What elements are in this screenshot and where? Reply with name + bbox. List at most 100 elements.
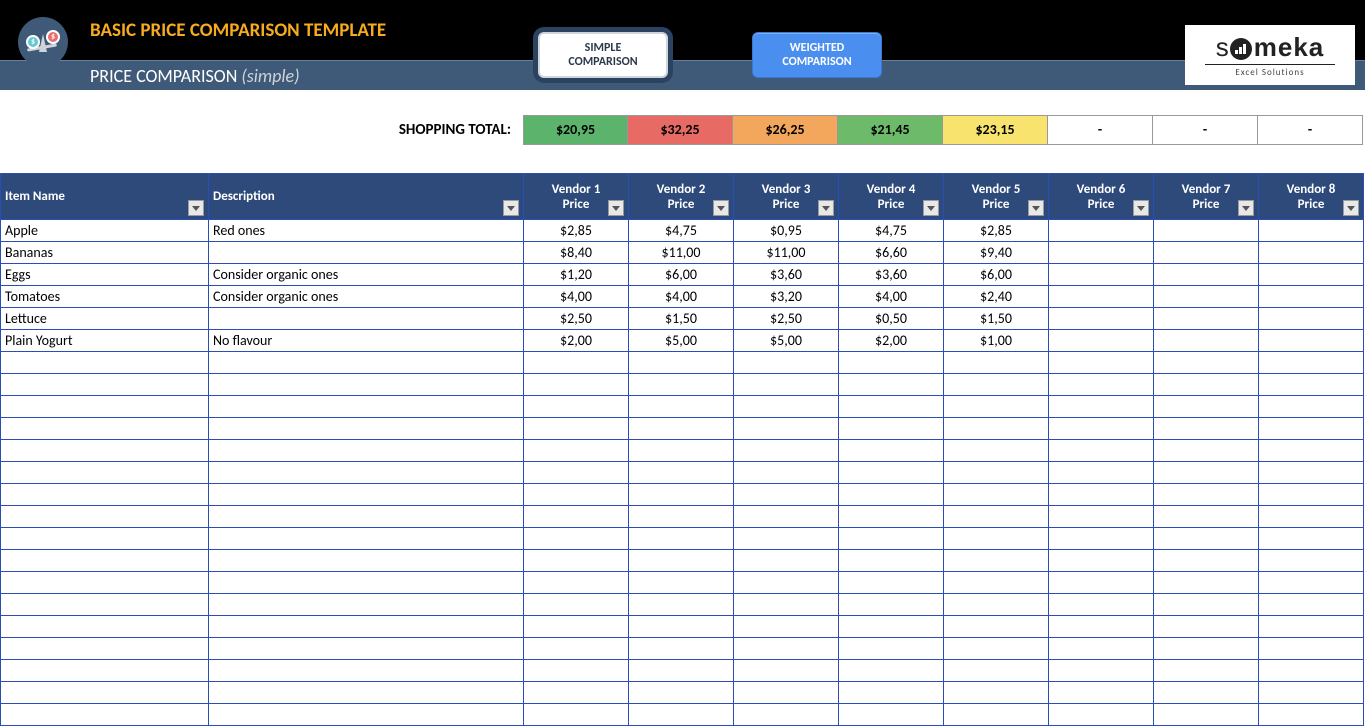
cell-vendor-8[interactable] [1259, 594, 1364, 616]
table-row-empty[interactable] [1, 704, 1364, 726]
cell-vendor-5[interactable] [944, 616, 1049, 638]
table-row-empty[interactable] [1, 616, 1364, 638]
cell-vendor-1[interactable] [524, 396, 629, 418]
cell-vendor-2[interactable] [629, 572, 734, 594]
table-row[interactable]: EggsConsider organic ones$1,20$6,00$3,60… [1, 264, 1364, 286]
cell-item[interactable] [1, 550, 209, 572]
cell-item[interactable] [1, 396, 209, 418]
cell-vendor-1[interactable] [524, 704, 629, 726]
cell-vendor-4[interactable] [839, 660, 944, 682]
table-row[interactable]: Bananas$8,40$11,00$11,00$6,60$9,40 [1, 242, 1364, 264]
cell-vendor-1[interactable] [524, 616, 629, 638]
cell-vendor-7[interactable] [1154, 704, 1259, 726]
cell-vendor-4[interactable] [839, 528, 944, 550]
cell-vendor-7[interactable] [1154, 418, 1259, 440]
cell-vendor-1[interactable] [524, 462, 629, 484]
cell-vendor-8[interactable] [1259, 264, 1364, 286]
cell-vendor-3[interactable] [734, 506, 839, 528]
cell-vendor-2[interactable] [629, 594, 734, 616]
cell-vendor-3[interactable] [734, 572, 839, 594]
cell-item[interactable] [1, 638, 209, 660]
cell-description[interactable] [209, 440, 524, 462]
cell-vendor-5[interactable] [944, 594, 1049, 616]
cell-vendor-3[interactable] [734, 440, 839, 462]
cell-vendor-1[interactable]: $2,50 [524, 308, 629, 330]
filter-button-vendor-3[interactable] [818, 200, 834, 216]
cell-vendor-2[interactable] [629, 638, 734, 660]
cell-vendor-2[interactable] [629, 528, 734, 550]
cell-item[interactable] [1, 418, 209, 440]
cell-item[interactable] [1, 352, 209, 374]
simple-comparison-button[interactable]: SIMPLE COMPARISON [538, 32, 668, 78]
cell-vendor-5[interactable] [944, 638, 1049, 660]
table-row[interactable]: TomatoesConsider organic ones$4,00$4,00$… [1, 286, 1364, 308]
table-row-empty[interactable] [1, 418, 1364, 440]
cell-description[interactable] [209, 616, 524, 638]
cell-vendor-2[interactable] [629, 704, 734, 726]
cell-vendor-7[interactable] [1154, 462, 1259, 484]
cell-vendor-7[interactable] [1154, 352, 1259, 374]
cell-vendor-8[interactable] [1259, 352, 1364, 374]
cell-vendor-2[interactable] [629, 682, 734, 704]
cell-vendor-7[interactable] [1154, 660, 1259, 682]
cell-item[interactable] [1, 484, 209, 506]
cell-vendor-8[interactable] [1259, 660, 1364, 682]
table-row-empty[interactable] [1, 638, 1364, 660]
cell-vendor-8[interactable] [1259, 506, 1364, 528]
cell-item[interactable] [1, 704, 209, 726]
cell-vendor-8[interactable] [1259, 682, 1364, 704]
cell-vendor-7[interactable] [1154, 308, 1259, 330]
cell-description[interactable] [209, 594, 524, 616]
filter-button-item[interactable] [188, 200, 204, 216]
cell-vendor-7[interactable] [1154, 330, 1259, 352]
cell-vendor-8[interactable] [1259, 418, 1364, 440]
cell-item[interactable] [1, 594, 209, 616]
cell-vendor-6[interactable] [1049, 286, 1154, 308]
cell-vendor-2[interactable] [629, 352, 734, 374]
cell-vendor-5[interactable] [944, 374, 1049, 396]
cell-vendor-8[interactable] [1259, 550, 1364, 572]
cell-vendor-5[interactable] [944, 528, 1049, 550]
cell-vendor-6[interactable] [1049, 264, 1154, 286]
cell-vendor-5[interactable]: $1,50 [944, 308, 1049, 330]
cell-vendor-4[interactable]: $6,60 [839, 242, 944, 264]
cell-vendor-1[interactable] [524, 484, 629, 506]
cell-item[interactable]: Bananas [1, 242, 209, 264]
cell-vendor-6[interactable] [1049, 572, 1154, 594]
cell-vendor-4[interactable] [839, 418, 944, 440]
cell-vendor-1[interactable]: $2,00 [524, 330, 629, 352]
table-row-empty[interactable] [1, 682, 1364, 704]
cell-vendor-4[interactable] [839, 374, 944, 396]
cell-vendor-7[interactable] [1154, 484, 1259, 506]
cell-vendor-1[interactable] [524, 352, 629, 374]
cell-item[interactable]: Tomatoes [1, 286, 209, 308]
table-row[interactable]: Plain YogurtNo flavour$2,00$5,00$5,00$2,… [1, 330, 1364, 352]
cell-vendor-5[interactable]: $9,40 [944, 242, 1049, 264]
cell-vendor-5[interactable] [944, 704, 1049, 726]
cell-vendor-1[interactable] [524, 506, 629, 528]
cell-vendor-5[interactable] [944, 462, 1049, 484]
cell-vendor-6[interactable] [1049, 242, 1154, 264]
table-row-empty[interactable] [1, 484, 1364, 506]
cell-vendor-7[interactable] [1154, 440, 1259, 462]
cell-description[interactable] [209, 660, 524, 682]
cell-vendor-7[interactable] [1154, 286, 1259, 308]
cell-vendor-3[interactable] [734, 484, 839, 506]
cell-vendor-5[interactable] [944, 418, 1049, 440]
cell-vendor-4[interactable] [839, 506, 944, 528]
cell-vendor-1[interactable] [524, 572, 629, 594]
cell-vendor-2[interactable] [629, 462, 734, 484]
filter-button-vendor-5[interactable] [1028, 200, 1044, 216]
cell-vendor-4[interactable]: $2,00 [839, 330, 944, 352]
cell-vendor-3[interactable] [734, 396, 839, 418]
cell-vendor-1[interactable] [524, 528, 629, 550]
cell-vendor-3[interactable]: $11,00 [734, 242, 839, 264]
cell-description[interactable] [209, 308, 524, 330]
cell-vendor-8[interactable] [1259, 374, 1364, 396]
cell-vendor-6[interactable] [1049, 330, 1154, 352]
cell-vendor-3[interactable] [734, 682, 839, 704]
table-row-empty[interactable] [1, 374, 1364, 396]
cell-description[interactable] [209, 550, 524, 572]
cell-vendor-3[interactable] [734, 528, 839, 550]
cell-vendor-3[interactable]: $3,20 [734, 286, 839, 308]
